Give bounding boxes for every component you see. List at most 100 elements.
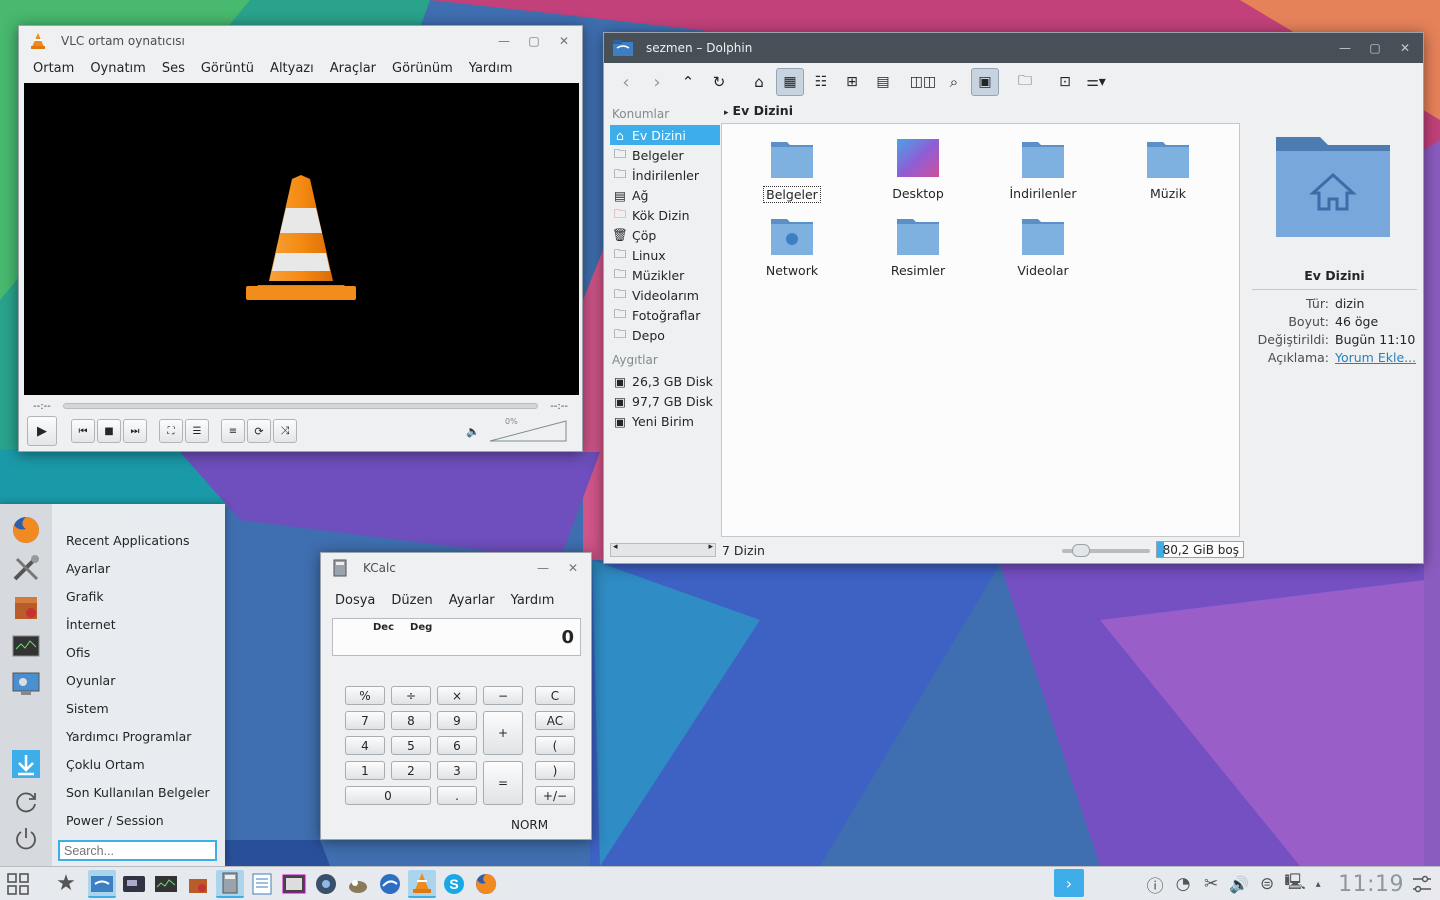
sign-toggle-button[interactable]: +/− (535, 786, 575, 805)
panels-button[interactable]: ⊡ (1051, 68, 1079, 96)
category-internet[interactable]: İnternet (66, 610, 210, 638)
close-button[interactable]: ✕ (561, 557, 585, 579)
folder-resimler[interactable]: Resimler (863, 213, 973, 278)
search-button[interactable]: ⌕ (940, 68, 968, 96)
key-0[interactable]: 0 (345, 786, 431, 805)
key-1[interactable]: 1 (345, 761, 385, 780)
shutdown-button[interactable] (10, 822, 42, 854)
task-image-viewer[interactable] (280, 870, 308, 898)
folder-desktop[interactable]: Desktop (863, 136, 973, 201)
network-tray-button[interactable]: ⊜ (1254, 871, 1280, 897)
place-muzikler[interactable]: 🗀 Müzikler (610, 265, 720, 285)
folder-indirilenler[interactable]: İndirilenler (988, 136, 1098, 201)
place-indirilenler[interactable]: 🗀 İndirilenler (610, 165, 720, 185)
category-ofis[interactable]: Ofis (66, 638, 210, 666)
minimize-button[interactable]: — (1333, 37, 1357, 59)
key-9[interactable]: 9 (437, 711, 477, 730)
divide-button[interactable]: ÷ (391, 686, 431, 705)
task-gimp[interactable] (344, 870, 372, 898)
category-power-session[interactable]: Power / Session (66, 806, 210, 834)
split-button[interactable]: ◫◫ (909, 68, 937, 96)
menu-ses[interactable]: Ses (154, 59, 193, 78)
place-ev-dizini[interactable]: ⌂ Ev Dizini (610, 125, 720, 145)
category-ayarlar[interactable]: Ayarlar (66, 554, 210, 582)
place-cop[interactable]: 🗑 Çöp (610, 225, 720, 245)
key-4[interactable]: 4 (345, 736, 385, 755)
up-button[interactable]: ⌃ (674, 68, 702, 96)
forward-button[interactable]: › (643, 68, 671, 96)
key-8[interactable]: 8 (391, 711, 431, 730)
shuffle-button[interactable]: ⤨ (273, 419, 297, 443)
home-button[interactable]: ⌂ (745, 68, 773, 96)
folder-muzik[interactable]: Müzik (1113, 136, 1223, 201)
details-view-button[interactable]: ⊞ (838, 68, 866, 96)
all-clear-button[interactable]: AC (535, 711, 575, 730)
percent-button[interactable]: % (345, 686, 385, 705)
stop-button[interactable]: ■ (97, 419, 121, 443)
loop-button[interactable]: ⟳ (247, 419, 271, 443)
previous-button[interactable]: ⏮ (71, 419, 95, 443)
reload-button[interactable]: ↻ (705, 68, 733, 96)
zoom-slider-handle[interactable] (1072, 544, 1090, 557)
menu-araclar[interactable]: Araçlar (322, 59, 384, 78)
tools-tray-button[interactable]: ✂ (1198, 871, 1224, 897)
playlist-button[interactable]: ≡ (221, 419, 245, 443)
device-26gb[interactable]: ▣ 26,3 GB Disk (610, 371, 720, 391)
columns-view-button[interactable]: ▤ (869, 68, 897, 96)
key-6[interactable]: 6 (437, 736, 477, 755)
key-3[interactable]: 3 (437, 761, 477, 780)
device-97gb[interactable]: ▣ 97,7 GB Disk (610, 391, 720, 411)
favorites-launcher-button[interactable]: ★ (50, 869, 82, 899)
maximize-button[interactable]: ▢ (522, 30, 546, 52)
menu-ortam[interactable]: Ortam (25, 59, 82, 78)
seek-bar[interactable] (62, 403, 539, 409)
menu-oynatim[interactable]: Oynatım (82, 59, 154, 78)
control-menu-button[interactable]: ⚌▾ (1082, 68, 1110, 96)
task-text-editor[interactable] (248, 870, 276, 898)
key-7[interactable]: 7 (345, 711, 385, 730)
lock-session-button[interactable] (10, 786, 42, 818)
task-system-settings[interactable] (120, 870, 148, 898)
launcher-search-input[interactable] (58, 840, 217, 861)
folder-network[interactable]: Network (737, 213, 847, 278)
close-paren-button[interactable]: ) (535, 761, 575, 780)
icons-view-button[interactable]: ▦ (776, 68, 804, 96)
application-dashboard-button[interactable] (2, 869, 34, 899)
maximize-button[interactable]: ▢ (1363, 37, 1387, 59)
system-monitor-favorite[interactable] (10, 630, 42, 662)
task-skype[interactable]: S (440, 870, 468, 898)
place-ag[interactable]: ▤ Ağ (610, 185, 720, 205)
menu-yardim[interactable]: Yardım (503, 591, 563, 610)
play-button[interactable]: ▶ (27, 416, 57, 446)
decimal-point-button[interactable]: . (437, 786, 477, 805)
menu-ayarlar[interactable]: Ayarlar (441, 591, 503, 610)
video-area[interactable] (24, 83, 579, 395)
updates-tray-button[interactable]: ◔ (1170, 871, 1196, 897)
place-videolarim[interactable]: 🗀 Videolarım (610, 285, 720, 305)
file-view[interactable]: Belgeler Desktop İndirilenler Müzik Netw… (721, 123, 1240, 537)
settings-favorite[interactable] (10, 552, 42, 584)
digital-clock[interactable]: 11:19 (1338, 872, 1404, 897)
place-belgeler[interactable]: 🗀 Belgeler (610, 145, 720, 165)
dolphin-titlebar[interactable]: sezmen – Dolphin — ▢ ✕ (604, 33, 1423, 63)
close-button[interactable]: ✕ (1393, 37, 1417, 59)
fullscreen-button[interactable]: ⛶ (159, 419, 183, 443)
task-kcalc[interactable] (216, 869, 244, 898)
place-depo[interactable]: 🗀 Depo (610, 325, 720, 345)
downloads-favorite[interactable] (10, 748, 42, 780)
devices-tray-button[interactable]: 🖳 (1282, 871, 1308, 897)
compact-view-button[interactable]: ☷ (807, 68, 835, 96)
task-software-center[interactable] (184, 870, 212, 898)
clear-button[interactable]: C (535, 686, 575, 705)
menu-gorunum[interactable]: Görünüm (384, 59, 461, 78)
category-sistem[interactable]: Sistem (66, 694, 210, 722)
panel-settings-button[interactable] (1408, 869, 1436, 899)
task-thunderbird[interactable] (376, 870, 404, 898)
place-fotograflar[interactable]: 🗀 Fotoğraflar (610, 305, 720, 325)
device-yeni-birim[interactable]: ▣ Yeni Birim (610, 411, 720, 431)
minimize-button[interactable]: — (492, 30, 516, 52)
back-button[interactable]: ‹ (612, 68, 640, 96)
kcalc-titlebar[interactable]: KCalc — ✕ (321, 553, 591, 583)
minus-button[interactable]: − (483, 686, 523, 705)
menu-dosya[interactable]: Dosya (327, 591, 383, 610)
